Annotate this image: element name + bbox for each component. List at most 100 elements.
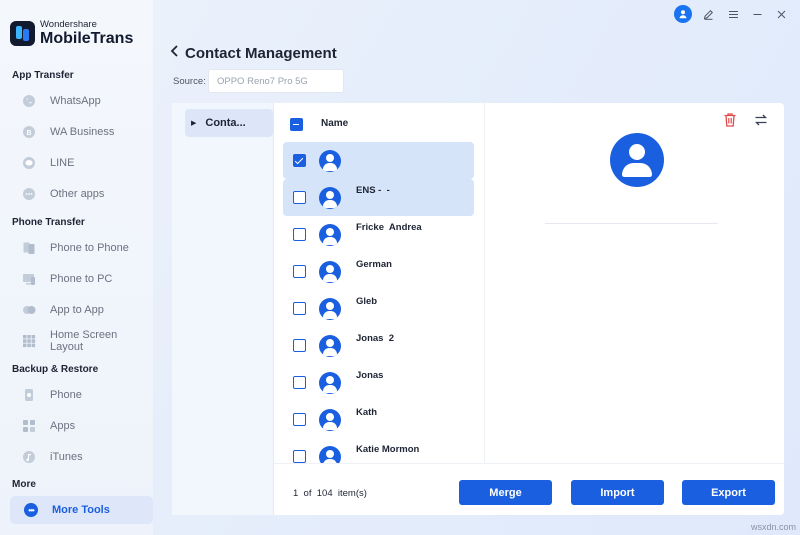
source-device-field[interactable]: OPPO Reno7 Pro 5G: [208, 69, 344, 93]
back-button[interactable]: [170, 44, 179, 62]
row-checkbox[interactable]: [293, 450, 306, 463]
more-icon: •••: [24, 503, 38, 517]
brand-sub: Wondershare: [40, 19, 97, 30]
contact-name: Jonas: [356, 370, 384, 381]
edit-button[interactable]: [699, 5, 717, 23]
sidebar-item-wa-business[interactable]: B WA Business: [22, 121, 114, 143]
sidebar-item-label: Phone to Phone: [50, 242, 129, 254]
row-checkbox[interactable]: [293, 265, 306, 278]
sidebar-item-label: Home Screen Layout: [50, 329, 118, 353]
row-checkbox[interactable]: [293, 228, 306, 241]
pencil-icon: [703, 9, 713, 20]
avatar: [319, 298, 341, 320]
other-apps-icon: [22, 187, 36, 201]
sidebar-item-label: Other apps: [50, 188, 105, 200]
table-row[interactable]: Jonas 2: [283, 327, 474, 364]
menu-icon: [728, 10, 738, 18]
minimize-button[interactable]: [748, 5, 766, 23]
avatar: [319, 446, 341, 463]
line-icon: [22, 156, 36, 170]
trash-icon: [724, 113, 736, 127]
table-row[interactable]: Fricke Andrea: [283, 216, 474, 253]
sidebar-item-more-tools[interactable]: ••• More Tools: [10, 496, 153, 524]
sidebar-item-phone[interactable]: Phone: [22, 384, 82, 406]
contact-avatar-large: [610, 133, 664, 187]
sidebar-item-home-screen-layout[interactable]: Home Screen Layout: [22, 329, 153, 353]
row-checkbox[interactable]: [293, 191, 306, 204]
avatar: [319, 261, 341, 283]
import-button[interactable]: Import: [571, 480, 664, 505]
close-button[interactable]: [772, 5, 790, 23]
tree-item-label: Conta...: [205, 117, 246, 129]
sidebar-item-label: More Tools: [52, 504, 110, 516]
brand-main: MobileTrans: [40, 29, 134, 47]
menu-button[interactable]: [724, 5, 742, 23]
delete-button[interactable]: [723, 112, 737, 128]
table-row[interactable]: [283, 142, 474, 179]
itunes-icon: [22, 450, 36, 464]
phone-to-pc-icon: [22, 272, 36, 286]
brand: Wondershare MobileTrans: [10, 20, 133, 47]
contact-name: Katie Mormon: [356, 444, 420, 455]
item-count: 1 of 104 item(s): [293, 488, 367, 499]
phone-icon: [22, 388, 36, 402]
row-checkbox[interactable]: [293, 302, 306, 315]
contact-panel: ▶ Conta... Name ENS - - Fricke Andrea Ge: [172, 103, 784, 515]
table-row[interactable]: Katie Mormon: [283, 438, 474, 463]
contact-name: ENS - -: [356, 185, 390, 196]
merge-button[interactable]: Merge: [459, 480, 552, 505]
page-title: Contact Management: [185, 45, 337, 62]
section-backup-restore: Backup & Restore: [12, 364, 99, 375]
row-checkbox[interactable]: [293, 376, 306, 389]
avatar: [319, 409, 341, 431]
tree-item-contacts[interactable]: ▶ Conta...: [185, 109, 273, 137]
sidebar-item-phone-to-phone[interactable]: Phone to Phone: [22, 237, 129, 259]
avatar: [319, 150, 341, 172]
divider: [545, 223, 718, 224]
close-icon: [777, 10, 785, 18]
phone-to-phone-icon: [22, 241, 36, 255]
avatar: [319, 335, 341, 357]
avatar: [319, 224, 341, 246]
column-header-name: Name: [321, 118, 349, 129]
switch-button[interactable]: [753, 112, 769, 128]
sidebar-item-line[interactable]: LINE: [22, 152, 74, 174]
sidebar-item-whatsapp[interactable]: WhatsApp: [22, 90, 101, 112]
select-all-checkbox[interactable]: [290, 118, 303, 131]
swap-icon: [754, 114, 768, 126]
table-row[interactable]: Jonas: [283, 364, 474, 401]
export-button[interactable]: Export: [682, 480, 775, 505]
section-phone-transfer: Phone Transfer: [12, 217, 85, 228]
list-header: Name: [275, 103, 484, 141]
sidebar: Wondershare MobileTrans App Transfer Wha…: [0, 0, 153, 535]
sidebar-item-label: LINE: [50, 157, 75, 169]
row-checkbox[interactable]: [293, 413, 306, 426]
contact-name: Jonas 2: [356, 333, 395, 344]
avatar: [319, 187, 341, 209]
table-row[interactable]: Gleb: [283, 290, 474, 327]
sidebar-item-label: Phone: [50, 389, 82, 401]
sidebar-item-label: Apps: [50, 420, 76, 432]
table-row[interactable]: ENS - -: [283, 179, 474, 216]
apps-icon: [22, 419, 36, 433]
app-to-app-icon: [22, 303, 36, 317]
row-checkbox[interactable]: [293, 339, 306, 352]
sidebar-item-apps[interactable]: Apps: [22, 415, 75, 437]
sidebar-item-itunes[interactable]: iTunes: [22, 446, 83, 468]
sidebar-item-phone-to-pc[interactable]: Phone to PC: [22, 268, 112, 290]
list-footer: 1 of 104 item(s) Merge Import Export: [274, 463, 784, 515]
table-row[interactable]: German: [283, 253, 474, 290]
source-label: Source:: [173, 76, 206, 87]
minimize-icon: [753, 13, 761, 15]
row-checkbox[interactable]: [293, 154, 306, 167]
mobiletrans-logo-icon: [10, 20, 35, 46]
table-row[interactable]: Kath: [283, 401, 474, 438]
caret-right-icon: ▶: [191, 120, 197, 127]
contact-list: Name ENS - - Fricke Andrea German Gleb J…: [275, 103, 484, 463]
account-button[interactable]: [674, 5, 692, 23]
sidebar-item-label: WA Business: [50, 126, 115, 138]
sidebar-item-app-to-app[interactable]: App to App: [22, 299, 104, 321]
avatar: [319, 372, 341, 394]
contact-name: Fricke Andrea: [356, 222, 422, 233]
sidebar-item-other-apps[interactable]: Other apps: [22, 183, 104, 205]
